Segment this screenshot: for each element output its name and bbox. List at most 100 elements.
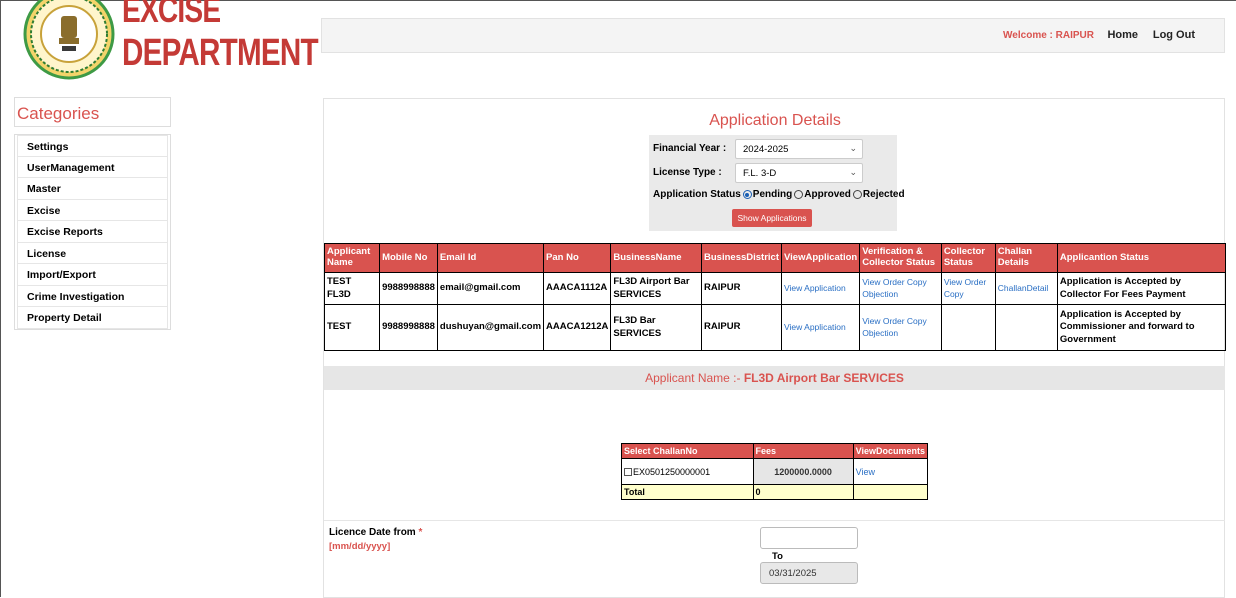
application-status-group: Application Status Pending Approved Reje… [653, 189, 905, 200]
challan-row: EX0501250000001 1200000.0000 View [621, 458, 929, 485]
challan-select-cell: EX0501250000001 [621, 458, 754, 485]
logo-text-excise: EXCISE [122, 0, 221, 30]
total-label: Total [621, 484, 754, 500]
col-select-challan: Select ChallanNo [621, 443, 754, 459]
col-view-documents: ViewDocuments [852, 443, 929, 459]
challan-checkbox[interactable] [624, 467, 632, 476]
show-applications-button[interactable]: Show Applications [732, 209, 812, 227]
col-application-status: Applicantion Status [1056, 243, 1227, 273]
sidebar-item-master[interactable]: Master [17, 178, 168, 200]
financial-year-label: Financial Year : [653, 143, 727, 154]
challan-detail-link[interactable]: ChallanDetail [994, 272, 1058, 305]
cell-business: FL3D Bar SERVICES [610, 304, 703, 351]
col-pan-no: Pan No [543, 243, 612, 273]
col-collector-status: Collector Status [940, 243, 996, 273]
applicant-name-prefix: Applicant Name :- [645, 371, 744, 385]
date-format-hint: [mm/dd/yyyy] [329, 541, 391, 552]
col-email-id: Email Id [436, 243, 545, 273]
collector-view-order-copy-link[interactable]: View Order Copy [940, 272, 996, 305]
challan-number: EX0501250000001 [633, 466, 711, 477]
col-mobile-no: Mobile No [379, 243, 438, 273]
sidebar-item-excise-reports[interactable]: Excise Reports [17, 221, 168, 243]
financial-year-value: 2024-2025 [743, 144, 789, 155]
col-challan-details: Challan Details [994, 243, 1058, 273]
applicant-name-bar: Applicant Name :- FL3D Airport Bar SERVI… [324, 366, 1225, 390]
table-row: TEST FL3D 9988998888 email@gmail.com AAA… [323, 272, 1227, 305]
view-application-link[interactable]: View Application [780, 304, 861, 351]
col-business-name: BusinessName [610, 243, 703, 273]
cell-email: dushuyan@gmail.com [436, 304, 545, 351]
cell-pan: AAACA1212A [543, 304, 612, 351]
licence-date-label: Licence Date from * [329, 527, 422, 538]
col-fees: Fees [752, 443, 854, 459]
chevron-down-icon: ⌄ [849, 143, 857, 153]
challan-fees: 1200000.0000 [752, 458, 854, 485]
radio-pending[interactable] [742, 190, 752, 199]
view-order-copy-objection-link[interactable]: View Order Copy Objection [859, 304, 942, 351]
challan-total-row: Total 0 [621, 484, 929, 500]
radio-approved[interactable] [794, 190, 804, 199]
financial-year-select[interactable]: 2024-2025 ⌄ [735, 139, 863, 159]
license-type-select[interactable]: F.L. 3-D ⌄ [735, 163, 863, 183]
sidebar-item-crime-investigation[interactable]: Crime Investigation [17, 285, 168, 307]
view-order-copy-objection-link[interactable]: View Order Copy Objection [859, 272, 942, 305]
license-type-label: License Type : [653, 167, 722, 178]
col-verification-status: Verification & Collector Status [859, 243, 942, 273]
radio-pending-label: Pending [752, 189, 793, 200]
categories-menu: Settings UserManagement Master Excise Ex… [14, 134, 171, 330]
excise-logo: EXCISE DEPARTMENT [22, 0, 319, 82]
logo-text-department: DEPARTMENT [122, 32, 319, 74]
total-value: 0 [752, 484, 854, 500]
to-label: To [772, 551, 783, 562]
cell-applicant: TEST [323, 304, 381, 351]
cell-business: FL3D Airport Bar SERVICES [610, 272, 703, 305]
cell-application-status: Application is Accepted by Commissioner … [1056, 304, 1227, 351]
cell-district: RAIPUR [701, 272, 782, 305]
cell-pan: AAACA1112A [543, 272, 612, 305]
sidebar-item-license[interactable]: License [17, 242, 168, 264]
state-emblem-seal [23, 0, 115, 80]
welcome-text: Welcome : RAIPUR [1003, 30, 1094, 41]
cell-mobile: 9988998888 [379, 304, 438, 351]
radio-rejected-label: Rejected [862, 189, 905, 200]
sidebar-item-settings[interactable]: Settings [17, 135, 168, 157]
challan-header-row: Select ChallanNo Fees ViewDocuments [621, 443, 929, 459]
page-title: Application Details [709, 112, 841, 129]
license-type-value: F.L. 3-D [743, 168, 777, 179]
applications-table: Applicant Name Mobile No Email Id Pan No… [323, 243, 1227, 351]
radio-approved-label: Approved [804, 189, 851, 200]
licence-date-from-input[interactable] [760, 527, 858, 549]
home-link[interactable]: Home [1107, 29, 1138, 41]
required-asterisk: * [418, 527, 423, 538]
table-header-row: Applicant Name Mobile No Email Id Pan No… [323, 243, 1227, 273]
total-empty [852, 484, 929, 500]
view-documents-link[interactable]: View [852, 458, 929, 485]
sidebar-item-user-management[interactable]: UserManagement [17, 156, 168, 178]
cell-application-status: Application is Accepted by Collector For… [1056, 272, 1227, 305]
col-business-district: BusinessDistrict [701, 243, 782, 273]
cell-mobile: 9988998888 [379, 272, 438, 305]
logout-link[interactable]: Log Out [1153, 29, 1195, 41]
challan-table: Select ChallanNo Fees ViewDocuments EX05… [621, 443, 929, 500]
applicant-name-value: FL3D Airport Bar SERVICES [743, 371, 904, 385]
view-application-link[interactable]: View Application [780, 272, 861, 305]
application-status-label: Application Status [653, 189, 741, 200]
cell-district: RAIPUR [701, 304, 782, 351]
table-row: TEST 9988998888 dushuyan@gmail.com AAACA… [323, 304, 1227, 351]
radio-rejected[interactable] [852, 190, 862, 199]
categories-title: Categories [14, 97, 171, 127]
col-applicant-name: Applicant Name [323, 243, 381, 273]
chevron-down-icon: ⌄ [849, 167, 857, 177]
sidebar-item-excise[interactable]: Excise [17, 199, 168, 221]
licence-date-to-input[interactable]: 03/31/2025 [760, 562, 858, 584]
col-view-application: ViewApplication [780, 243, 861, 273]
sidebar-item-property-detail[interactable]: Property Detail [17, 307, 168, 329]
sidebar-item-import-export[interactable]: Import/Export [17, 264, 168, 286]
licence-date-text: Licence Date from [329, 527, 416, 538]
filter-box: Financial Year : 2024-2025 ⌄ License Typ… [649, 135, 905, 231]
cell-challan-details [994, 304, 1058, 351]
cell-email: email@gmail.com [436, 272, 545, 305]
cell-applicant: TEST FL3D [323, 272, 381, 305]
cell-collector-status [940, 304, 996, 351]
section-divider [324, 520, 1225, 521]
